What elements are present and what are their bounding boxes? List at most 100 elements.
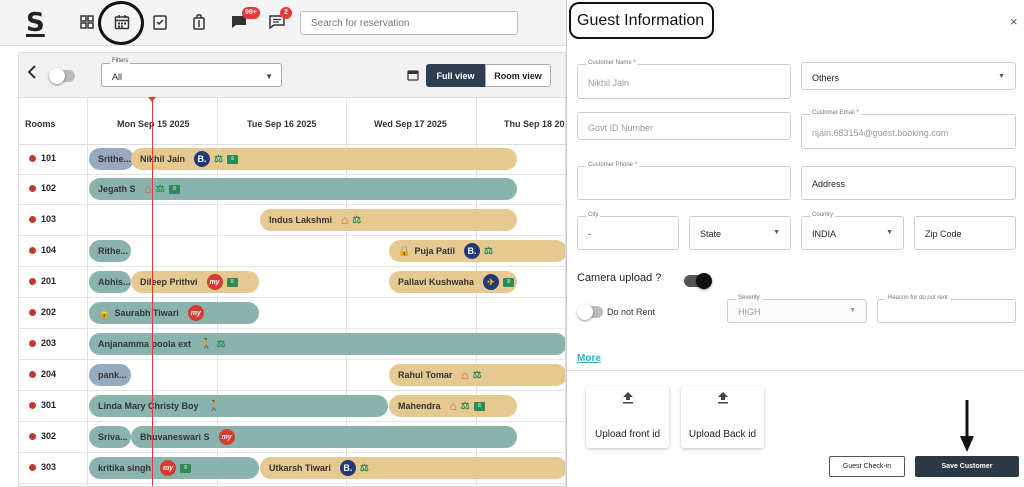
booking-bar[interactable]: Rahul Tomar ⌂ ⚖ xyxy=(389,364,565,386)
room-status-dot-icon xyxy=(29,215,36,223)
row-divider xyxy=(19,297,565,298)
modal-title: Guest Information xyxy=(577,11,705,29)
scale-icon: ⚖ xyxy=(472,369,482,381)
camera-upload-toggle[interactable] xyxy=(684,273,712,289)
room-label: 301 xyxy=(29,400,56,410)
booking-bar[interactable]: 🔒 Saurabh Tiwari my xyxy=(89,302,259,324)
top-bar: S 99+ 2 xyxy=(0,0,566,46)
message-icon[interactable]: 2 xyxy=(266,7,292,33)
upload-icon xyxy=(586,390,669,407)
room-status-dot-icon xyxy=(29,432,36,440)
filter-select[interactable]: Filters All ▼ xyxy=(101,58,282,87)
row-divider xyxy=(19,421,565,422)
booking-bar[interactable]: Dileep Prithvi my ≡ xyxy=(131,271,259,293)
upload-back-id-button[interactable]: Upload Back id xyxy=(681,386,764,448)
customer-name-field[interactable]: Customer Name * Nikhil Jain xyxy=(577,60,791,99)
govt-id-field[interactable]: Govt ID Number xyxy=(577,112,791,140)
guest-name: Nikhil Jain xyxy=(140,154,186,164)
booking-bar[interactable]: Indus Lakshmi ⌂ ⚖ xyxy=(260,209,517,231)
guest-name: Pallavi Kushwaha xyxy=(398,277,475,287)
chevron-down-icon: ▼ xyxy=(773,229,780,236)
scale-icon: ⚖ xyxy=(352,214,362,226)
zip-code-placeholder: Zip Code xyxy=(925,229,962,239)
guest-name: Saurabh Tiwari xyxy=(114,308,179,318)
do-not-rent-reason-field[interactable]: Reason for do not rent xyxy=(877,295,1016,323)
mmt-icon: my xyxy=(218,429,235,445)
day-header: Thu Sep 18 2025 xyxy=(504,119,565,129)
row-divider xyxy=(19,204,565,205)
close-icon[interactable]: × xyxy=(1010,14,1018,29)
calendar-panel: Filters All ▼ Full view Room view Rooms … xyxy=(18,52,566,487)
booking-bar[interactable]: Sriva... xyxy=(89,426,131,448)
address-field[interactable]: Address xyxy=(801,166,1016,200)
customer-phone-field[interactable]: Customer Phone * xyxy=(577,162,791,200)
search-input[interactable] xyxy=(300,11,518,35)
more-link[interactable]: More xyxy=(577,353,601,364)
booking-bar[interactable]: Nikhil Jain B. ⚖ ≡ xyxy=(131,148,517,170)
message-icon: ≡ xyxy=(503,277,515,287)
city-field[interactable]: City - xyxy=(577,212,679,250)
city-label: City xyxy=(586,212,601,218)
customer-name-value: Nikhil Jain xyxy=(588,78,630,88)
row-divider xyxy=(19,452,565,453)
booking-bar[interactable]: Bhuvaneswari S my xyxy=(131,426,517,448)
day-header: Mon Sep 15 2025 xyxy=(117,119,190,129)
lock-icon: 🔒 xyxy=(98,307,111,319)
back-chevron-icon[interactable] xyxy=(27,65,37,83)
row-divider xyxy=(19,483,565,484)
booking-bar[interactable]: pank... xyxy=(89,364,131,386)
booking-icon: B. xyxy=(339,460,356,476)
booking-bar[interactable]: Jegath S ⌂ ⚖ ≡ xyxy=(89,178,517,200)
customer-email-field[interactable]: Customer Email * njain.683154@guest.book… xyxy=(801,110,1016,149)
city-value: - xyxy=(588,229,591,239)
booking-bar[interactable]: 🔒 Puja Patil B. ⚖ xyxy=(389,240,565,262)
checklist-icon[interactable] xyxy=(149,11,171,33)
room-label: 203 xyxy=(29,338,56,348)
chevron-down-icon: ▼ xyxy=(265,72,273,81)
booking-bar[interactable]: kritika singh my ≡ xyxy=(89,457,259,479)
guest-name: Dileep Prithvi xyxy=(140,277,198,287)
airbnb-icon: ⌂ xyxy=(461,368,469,382)
booking-bar[interactable]: Srithe... xyxy=(89,148,134,170)
state-select[interactable]: State ▼ xyxy=(689,216,791,250)
severity-value: HIGH xyxy=(738,307,761,317)
room-status-dot-icon xyxy=(29,463,36,471)
upload-front-id-button[interactable]: Upload front id xyxy=(586,386,669,448)
guest-check-in-button[interactable]: Guest Check-in xyxy=(829,456,905,477)
room-number: 201 xyxy=(41,276,57,286)
guest-name: Sriva... xyxy=(98,432,128,442)
booking-bar[interactable]: Mahendra ⌂ ⚖ ≡ xyxy=(389,395,517,417)
booking-bar[interactable]: Utkarsh Tiwari B. ⚖ xyxy=(260,457,565,479)
scale-icon: ⚖ xyxy=(460,400,470,412)
full-view-button[interactable]: Full view xyxy=(426,64,485,87)
guest-name: Utkarsh Tiwari xyxy=(269,463,331,473)
customer-category-select[interactable]: Others ▼ xyxy=(801,62,1016,90)
room-label: 104 xyxy=(29,245,56,255)
severity-select[interactable]: Severity HIGH ▼ xyxy=(727,295,867,323)
down-arrow-icon xyxy=(960,400,974,452)
country-select[interactable]: Country INDIA ▼ xyxy=(801,212,904,250)
zip-code-field[interactable]: Zip Code xyxy=(914,216,1016,250)
calendar-toggle[interactable] xyxy=(49,68,75,84)
booking-icon: B. xyxy=(194,151,211,167)
luggage-icon[interactable] xyxy=(188,11,210,33)
booking-bar[interactable]: Rithe... xyxy=(89,240,131,262)
booking-bar[interactable]: Pallavi Kushwaha ✈ ≡ xyxy=(389,271,517,293)
guest-name: Rahul Tomar xyxy=(398,370,453,380)
guest-information-modal: Guest Information × Customer Name * Nikh… xyxy=(566,0,1024,487)
date-picker-icon[interactable] xyxy=(407,69,419,84)
dashboard-icon[interactable] xyxy=(76,11,98,33)
room-view-button[interactable]: Room view xyxy=(485,64,551,87)
booking-bar[interactable]: Anjanamma poola ext 🚶 ⚖ xyxy=(89,333,565,355)
chat-icon[interactable]: 99+ xyxy=(228,7,260,33)
room-status-dot-icon xyxy=(29,339,36,347)
room-number: 204 xyxy=(41,369,57,379)
booking-bar[interactable]: Abhis... xyxy=(89,271,131,293)
save-customer-button[interactable]: Save Customer xyxy=(915,456,1019,477)
today-line xyxy=(152,101,153,486)
do-not-rent-toggle[interactable] xyxy=(577,304,603,320)
walk-icon: 🚶 xyxy=(207,400,220,412)
airbnb-icon: ⌂ xyxy=(144,182,152,196)
customer-email-value: njain.683154@guest.booking.com xyxy=(812,128,949,138)
booking-bar[interactable]: Linda Mary Christy Boy 🚶 xyxy=(89,395,388,417)
